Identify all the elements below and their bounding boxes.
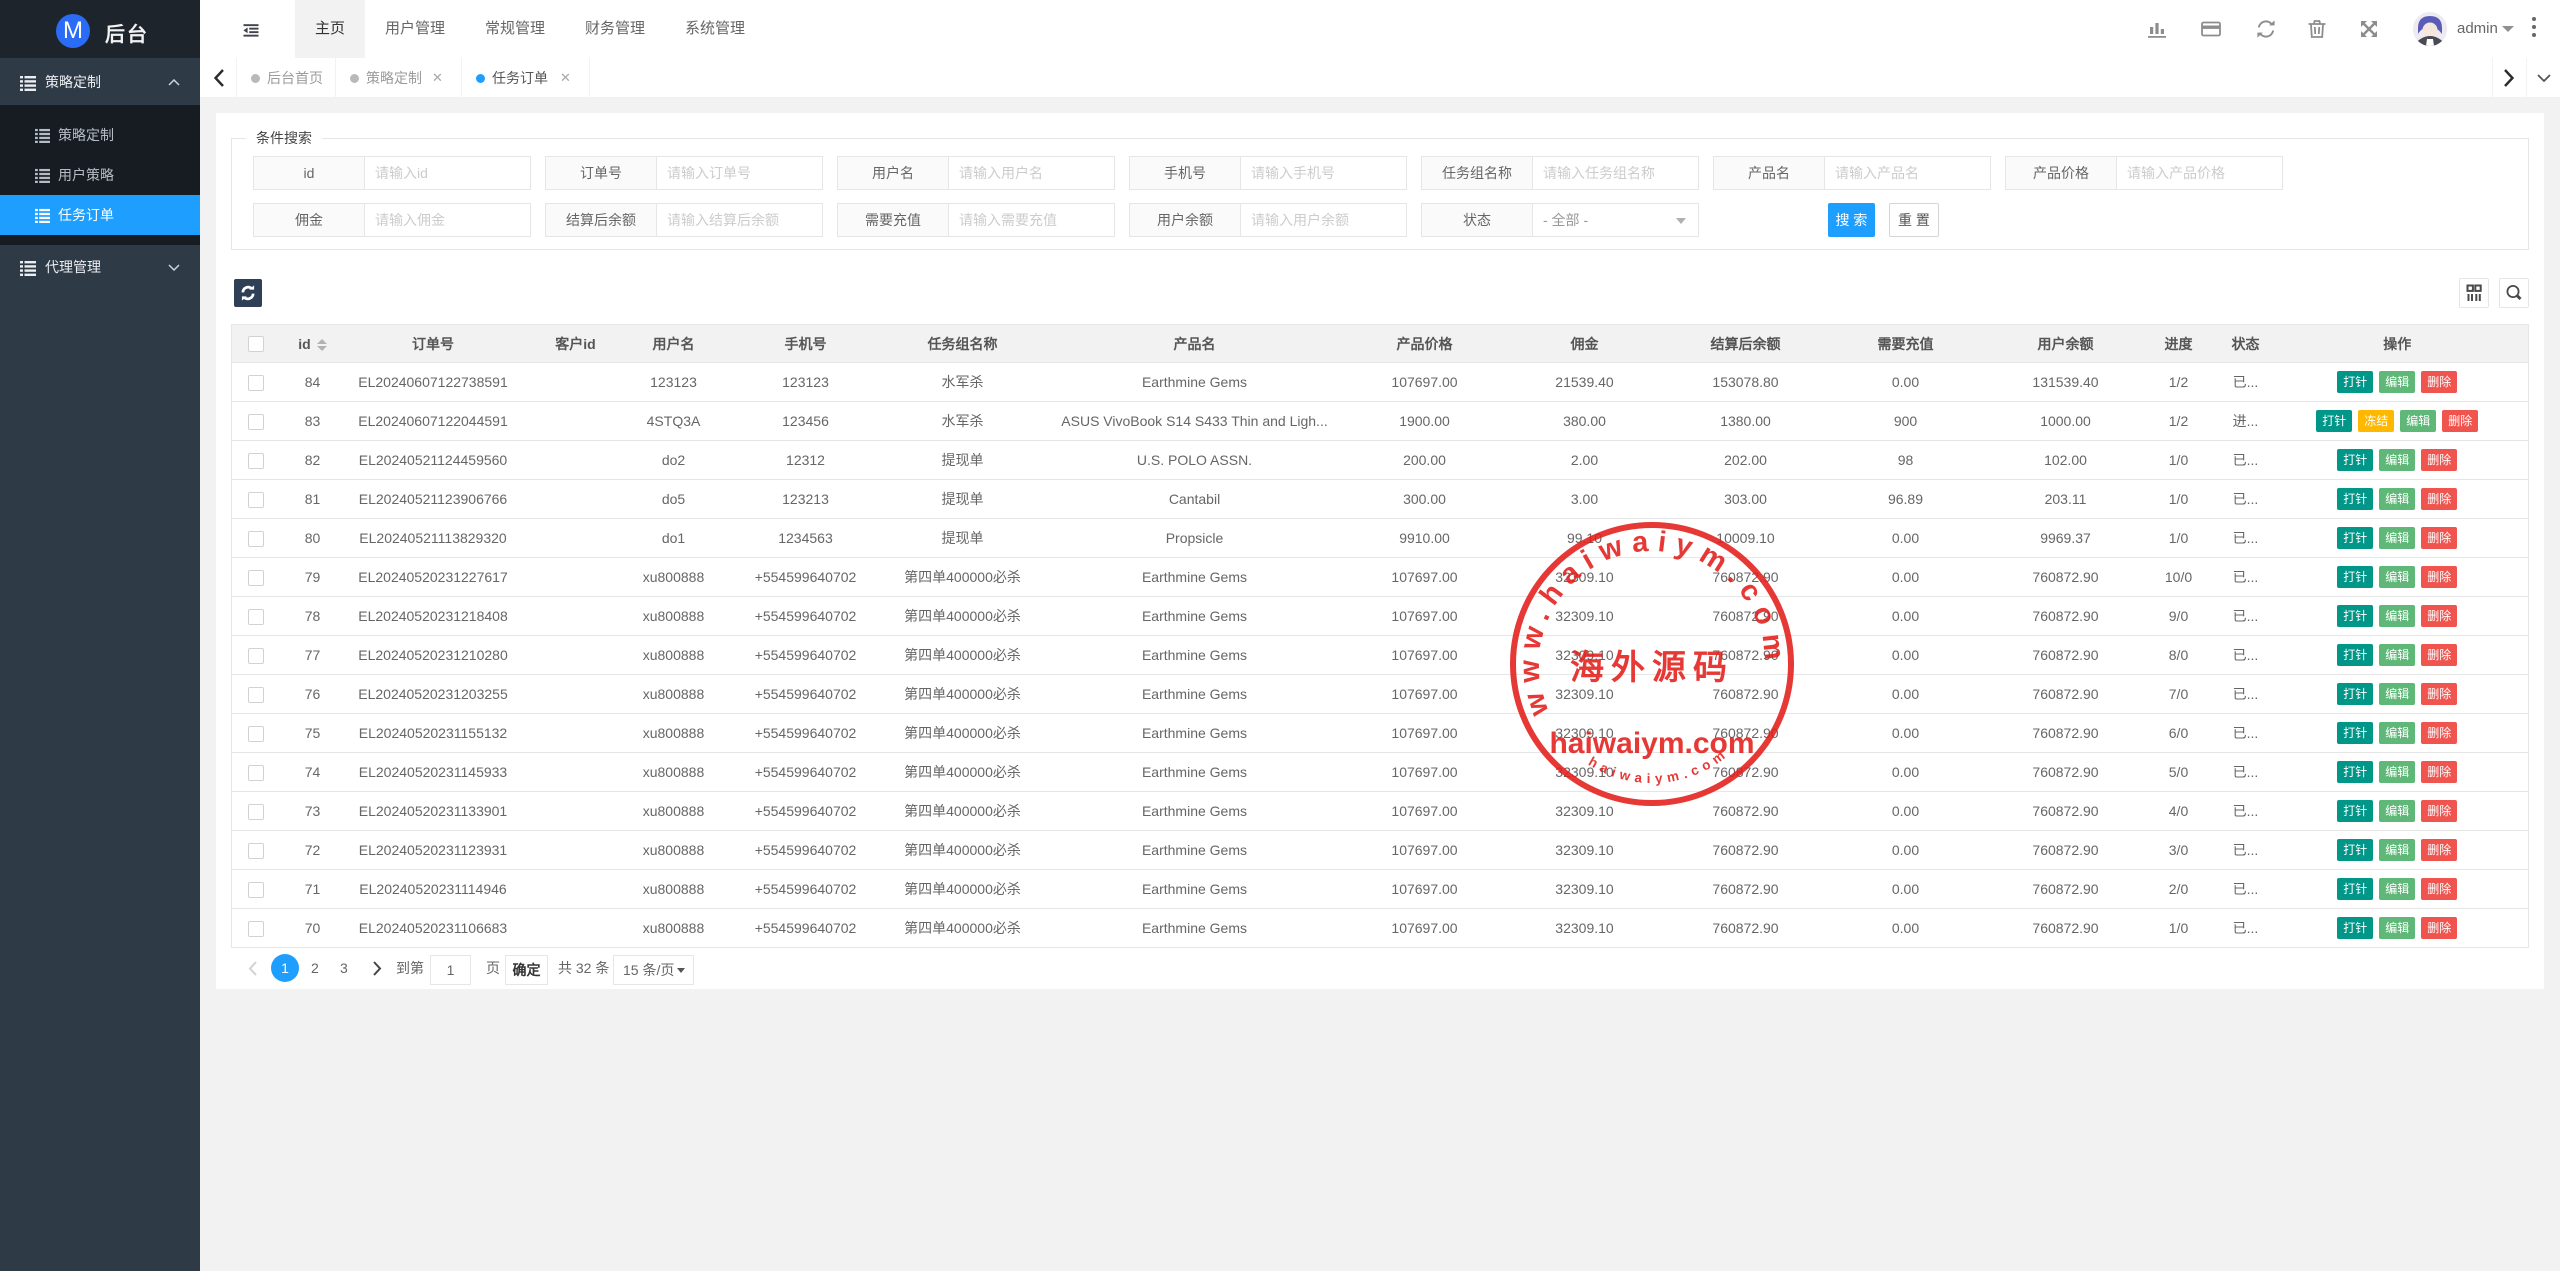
svg-text:www.haiwaiym.com: www.haiwaiym.com	[1514, 526, 1791, 721]
svg-text:海外源码: 海外源码	[1570, 649, 1734, 687]
